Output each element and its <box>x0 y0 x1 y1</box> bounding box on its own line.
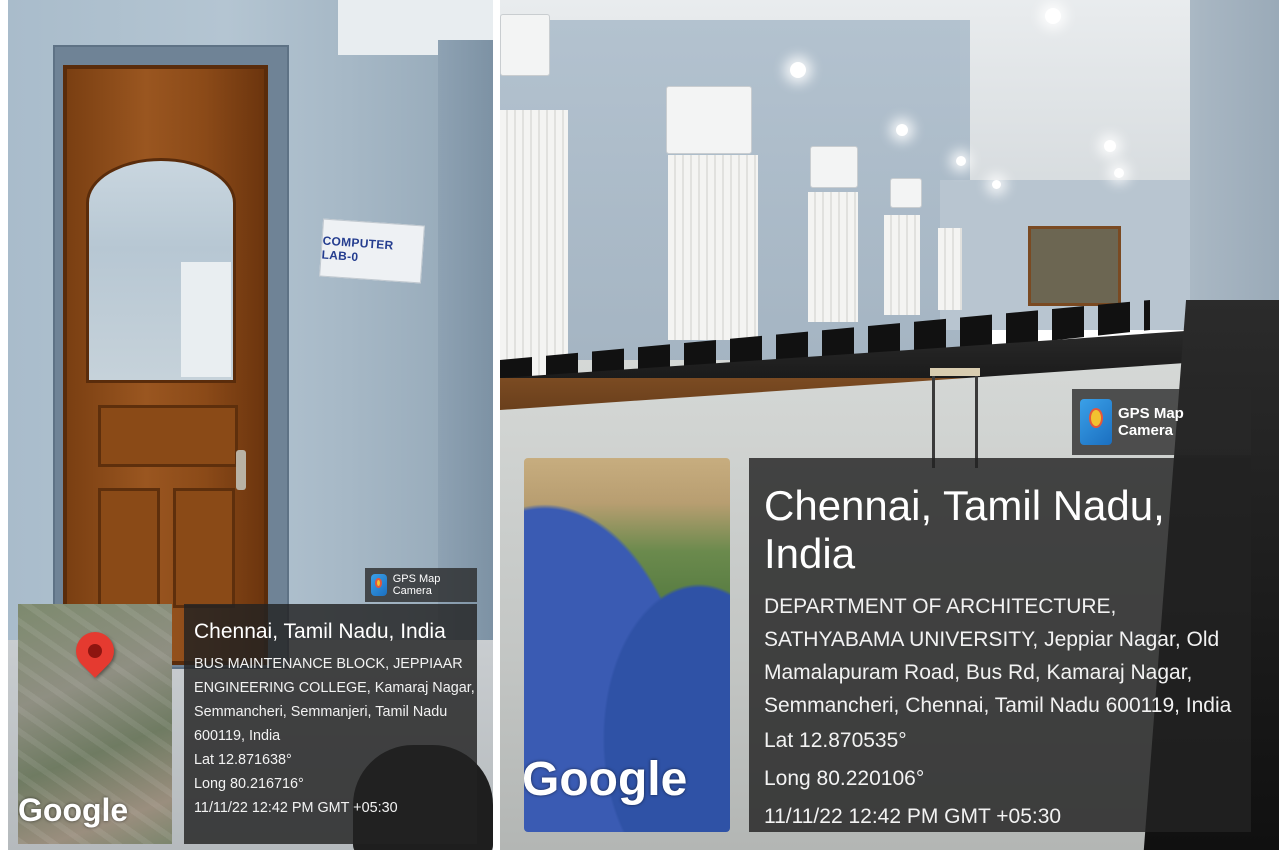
badge-label: GPS Map Camera <box>392 573 441 597</box>
air-conditioner <box>810 146 858 188</box>
badge-label: GPS Map Camera <box>1117 405 1184 439</box>
longitude-text: Long 80.216716° <box>194 776 304 792</box>
door-panel <box>98 488 160 608</box>
ceiling-light <box>956 156 966 166</box>
gps-camera-badge: GPS Map Camera <box>365 568 477 602</box>
ceiling-light <box>1114 168 1124 178</box>
air-conditioner <box>890 178 922 208</box>
door-panel <box>173 488 235 608</box>
city-title: Chennai, Tamil Nadu, India <box>764 482 1165 577</box>
ceiling-light <box>790 62 806 78</box>
longitude-text: Long 80.220106° <box>764 767 925 790</box>
address-text: BUS MAINTENANCE BLOCK, JEPPIAAR ENGINEER… <box>194 656 475 744</box>
ceiling-light <box>896 124 908 136</box>
latitude-text: Lat 12.871638° <box>194 752 292 768</box>
ceiling-light <box>992 180 1001 189</box>
map-thumbnail: Google <box>524 458 730 832</box>
google-watermark: Google <box>524 753 688 806</box>
location-info-panel: Chennai, Tamil Nadu, India DEPARTMENT OF… <box>749 458 1251 832</box>
latitude-text: Lat 12.870535° <box>764 729 907 752</box>
table-leg <box>975 376 978 468</box>
small-table <box>930 368 980 468</box>
map-pin-icon <box>68 624 122 678</box>
table-top <box>930 368 980 376</box>
ceiling-light <box>1104 140 1116 152</box>
location-info-panel: Chennai, Tamil Nadu, India BUS MAINTENAN… <box>184 604 477 844</box>
table-leg <box>932 376 935 468</box>
google-watermark: Google <box>18 792 129 828</box>
gps-camera-badge: GPS Map Camera <box>1072 389 1251 455</box>
window-curtain <box>808 192 858 322</box>
map-thumbnail: Google <box>18 604 172 844</box>
glass-door <box>1028 226 1121 306</box>
window-curtain <box>884 215 920 315</box>
timestamp-text: 11/11/22 12:42 PM GMT +05:30 <box>194 800 398 816</box>
reflected-window <box>181 262 231 377</box>
lab-sign: COMPUTER LAB-0 <box>319 218 425 284</box>
window-curtain <box>500 110 568 380</box>
air-conditioner <box>500 14 550 76</box>
window-curtain <box>938 228 962 310</box>
window-curtain <box>668 155 758 340</box>
door-panel <box>98 405 238 467</box>
timestamp-text: 11/11/22 12:42 PM GMT +05:30 <box>764 805 1062 828</box>
air-conditioner <box>666 86 752 154</box>
city-title: Chennai, Tamil Nadu, India <box>194 620 446 643</box>
gps-map-camera-icon <box>371 574 387 596</box>
gps-map-camera-icon <box>1080 399 1112 445</box>
address-text: DEPARTMENT OF ARCHITECTURE, SATHYABAMA U… <box>764 595 1232 717</box>
door-handle <box>236 450 246 490</box>
ceiling-light <box>1045 8 1061 24</box>
